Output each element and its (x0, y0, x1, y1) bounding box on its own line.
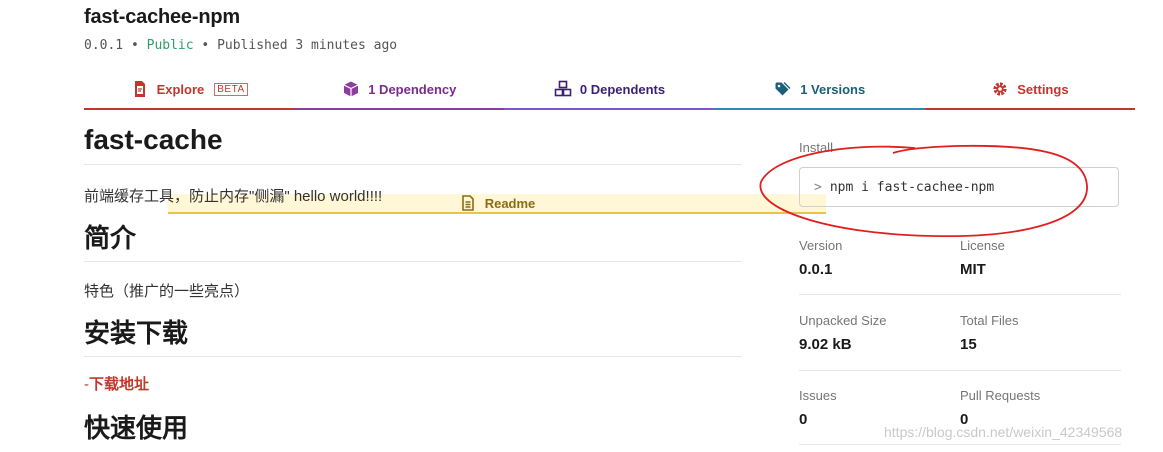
readme-features: 特色（推广的一些亮点） (84, 283, 250, 300)
boxes-icon (554, 80, 572, 98)
stat-value: 9.02 kB (799, 336, 852, 353)
install-command[interactable]: npm i fast-cachee-npm (830, 180, 994, 195)
divider (799, 444, 1121, 445)
meta-separator: • (130, 38, 139, 53)
install-label: Install (799, 140, 833, 155)
tab-label: 0 Dependents (579, 81, 666, 97)
tab-dependents[interactable]: 0 Dependents (504, 70, 715, 110)
stat-pull-requests: Pull Requests 0 (960, 388, 1120, 428)
beta-badge: BETA (214, 82, 248, 96)
stat-value: MIT (960, 261, 986, 278)
gear-icon (991, 80, 1009, 98)
package-title: fast-cachee-npm (84, 6, 240, 28)
stat-license: License MIT (960, 238, 1120, 278)
readme-content: fast-cache 前端缓存工具，防止内存"侧漏" hello world!!… (84, 124, 742, 451)
download-line: -下载地址 (84, 373, 742, 394)
download-link[interactable]: 下载地址 (89, 376, 149, 393)
readme-heading-usage: 快速使用 (84, 413, 189, 443)
tab-label: 1 Dependency (368, 81, 457, 97)
meta-separator: • (201, 38, 210, 53)
tab-label: Explore (156, 81, 205, 97)
install-command-box[interactable]: > npm i fast-cachee-npm (799, 167, 1119, 207)
stat-unpacked-size: Unpacked Size 9.02 kB (799, 313, 959, 353)
stat-label: Pull Requests (960, 388, 1041, 403)
tab-explore[interactable]: Explore BETA (84, 70, 295, 110)
tab-versions[interactable]: 1 Versions (714, 70, 925, 110)
stat-version: Version 0.0.1 (799, 238, 959, 278)
box-icon (342, 80, 360, 98)
tag-icon (774, 80, 792, 98)
package-visibility: Public (146, 38, 194, 53)
stat-label: Issues (799, 388, 837, 403)
stat-label: Unpacked Size (799, 313, 887, 328)
readme-heading-intro: 简介 (84, 218, 742, 262)
divider (799, 294, 1121, 295)
divider (799, 370, 1121, 371)
stat-value: 0.0.1 (799, 261, 833, 278)
tab-label: 1 Versions (800, 81, 866, 97)
tab-label: Settings (1017, 81, 1069, 97)
stat-total-files: Total Files 15 (960, 313, 1120, 353)
package-tabs: Readme Explore BETA 1 Dependency 0 Depen… (84, 70, 1136, 214)
stat-issues: Issues 0 (799, 388, 959, 428)
readme-heading-title: fast-cache (84, 124, 742, 165)
explore-icon (131, 80, 149, 98)
package-version: 0.0.1 (84, 38, 124, 53)
stat-label: License (960, 238, 1005, 253)
stat-label: Version (799, 238, 843, 253)
readme-intro: 前端缓存工具，防止内存"侧漏" hello world!!!! (84, 188, 383, 205)
stat-label: Total Files (960, 313, 1019, 328)
prompt-icon: > (814, 179, 822, 195)
stat-value: 15 (960, 336, 977, 353)
readme-heading-install: 安装下载 (84, 313, 742, 357)
package-published: Published 3 minutes ago (217, 38, 398, 53)
tab-dependency[interactable]: 1 Dependency (294, 70, 505, 110)
tab-settings[interactable]: Settings (924, 70, 1136, 110)
package-meta: 0.0.1 • Public • Published 3 minutes ago (84, 38, 397, 53)
watermark: https://blog.csdn.net/weixin_42349568 (884, 424, 1123, 440)
